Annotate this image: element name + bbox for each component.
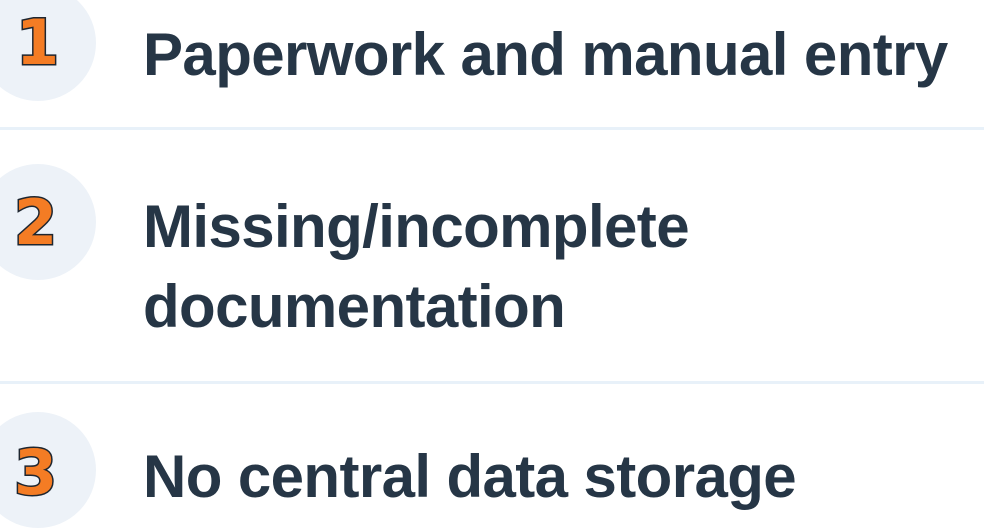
item-label-2: Missing/incomplete documentation (143, 187, 690, 347)
number-2: 2 (12, 186, 58, 259)
item-label-3-line-1: No central data storage (143, 443, 797, 510)
item-label-2-line-1: Missing/incomplete (143, 193, 690, 260)
list-item-1: 1 Paperwork and manual entry (0, 0, 984, 128)
list-item-3: 3 No central data storage (0, 384, 984, 528)
number-3: 3 (12, 436, 58, 509)
number-1: 1 (14, 6, 60, 79)
item-label-1-line-1: Paperwork and manual entry (143, 21, 948, 88)
item-label-1: Paperwork and manual entry (143, 15, 948, 95)
item-label-2-line-2: documentation (143, 273, 566, 340)
list-item-2: 2 Missing/incomplete documentation (0, 130, 984, 382)
item-label-3: No central data storage (143, 437, 797, 517)
numbered-list: 1 Paperwork and manual entry 2 Missing/i… (0, 0, 984, 528)
